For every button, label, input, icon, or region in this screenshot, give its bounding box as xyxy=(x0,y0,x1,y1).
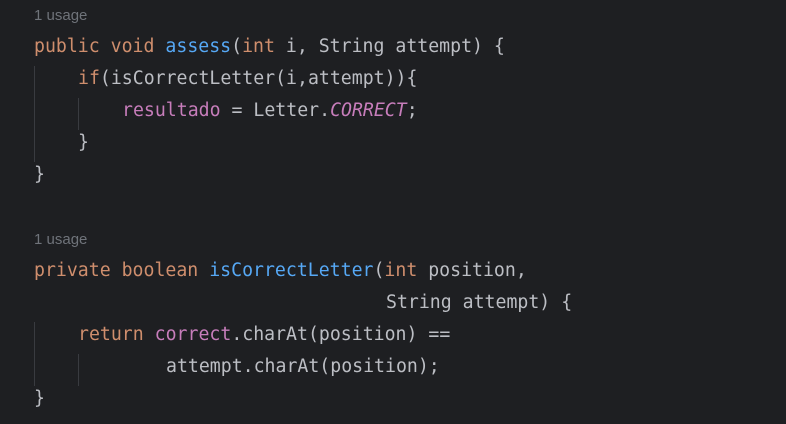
indent-guide xyxy=(78,98,79,130)
if-condition: (isCorrectLetter(i,attempt)){ xyxy=(99,68,418,89)
code-line-method-signature[interactable]: private boolean isCorrectLetter(int posi… xyxy=(34,259,527,283)
params: position, xyxy=(417,260,527,281)
keyword-if: if xyxy=(78,68,100,89)
keyword-private: private xyxy=(34,260,111,281)
code-line-assignment[interactable]: resultado = Letter.CORRECT; xyxy=(122,99,418,123)
indent-guide xyxy=(34,322,35,386)
semicolon: ; xyxy=(406,100,418,121)
code-line-inner-close[interactable]: } xyxy=(78,131,89,155)
return-expression: .charAt(position) == xyxy=(231,324,451,345)
assign-op: = Letter. xyxy=(220,100,331,121)
code-editor[interactable]: 1 usage public void assess(int i, String… xyxy=(0,0,786,424)
method-name: isCorrectLetter xyxy=(209,260,374,281)
code-line-method-signature[interactable]: public void assess(int i, String attempt… xyxy=(34,35,505,59)
indent-guide xyxy=(34,66,35,162)
code-line-outer-close[interactable]: } xyxy=(34,163,45,187)
code-line-if[interactable]: if(isCorrectLetter(i,attempt)){ xyxy=(78,67,417,91)
keyword-void: void xyxy=(110,36,155,57)
keyword-int: int xyxy=(384,260,418,281)
keyword-int: int xyxy=(242,36,275,57)
paren: ( xyxy=(373,260,385,281)
usage-hint[interactable]: 1 usage xyxy=(34,228,87,252)
field-resultado: resultado xyxy=(122,100,221,121)
params: i, String attempt) { xyxy=(274,36,505,57)
usage-hint[interactable]: 1 usage xyxy=(34,4,87,28)
code-line-continuation[interactable]: attempt.charAt(position); xyxy=(166,355,440,379)
enum-constant: CORRECT xyxy=(330,100,407,121)
keyword-public: public xyxy=(34,36,100,57)
code-line-return[interactable]: return correct.charAt(position) == xyxy=(78,323,450,347)
keyword-return: return xyxy=(78,324,144,345)
field-correct: correct xyxy=(154,324,232,345)
indent-guide xyxy=(78,354,79,386)
keyword-boolean: boolean xyxy=(121,260,199,281)
code-line-signature-continuation[interactable]: String attempt) { xyxy=(386,291,572,315)
code-line-close[interactable]: } xyxy=(34,387,45,411)
method-name: assess xyxy=(165,36,232,57)
paren: ( xyxy=(231,36,243,57)
